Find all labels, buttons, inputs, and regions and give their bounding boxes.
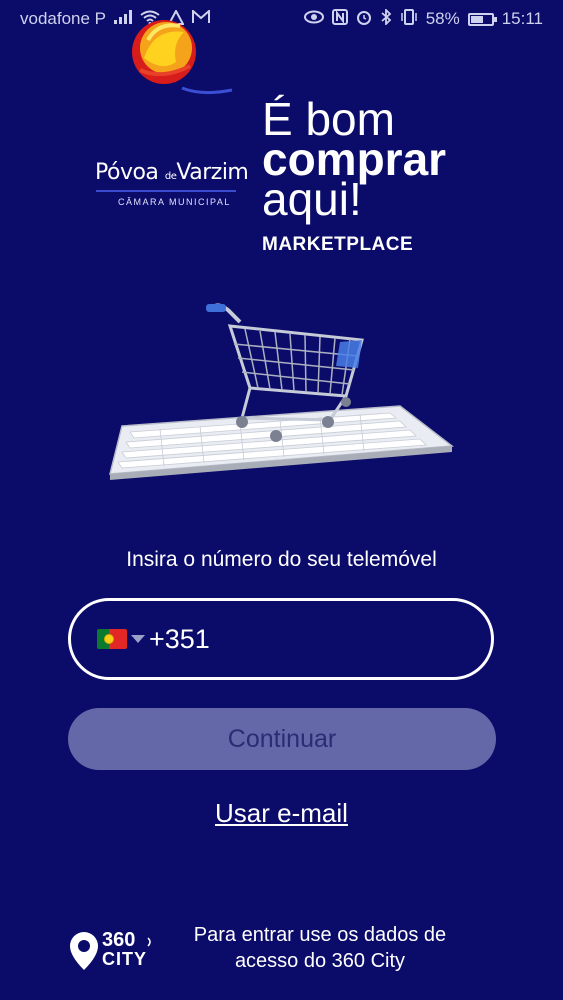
phone-number-field[interactable]: +351 [68, 598, 494, 680]
vibrate-icon [400, 9, 418, 29]
battery-fill [470, 15, 483, 23]
municipality-name-a: Póvoa [95, 160, 159, 185]
continue-button[interactable]: Continuar [68, 708, 496, 770]
logo-divider [96, 190, 236, 192]
chevron-down-icon[interactable] [131, 635, 145, 643]
footer-info-text: Para entrar use os dados de acesso do 36… [193, 924, 447, 972]
municipality-name: Póvoa deVarzim [95, 160, 249, 185]
municipality-subtitle: CÂMARA MUNICIPAL [118, 197, 231, 207]
battery-percent: 58% [425, 9, 460, 28]
slogan: É bom comprar aqui! [262, 96, 502, 222]
phone-prompt: Insira o número do seu telemóvel [126, 548, 437, 571]
flag-emblem [104, 634, 114, 644]
municipality-name-de: de [164, 171, 177, 182]
status-bar: vodafone P 58% 15:11 [0, 0, 563, 38]
povoa-de-varzim-logo [132, 20, 233, 95]
eye-icon [303, 10, 324, 28]
360-city-wordmark: 360 CITY [102, 930, 147, 968]
portugal-flag-icon[interactable] [97, 629, 127, 649]
municipality-name-b: Varzim [176, 160, 249, 185]
use-email-link[interactable]: Usar e-mail [0, 798, 563, 829]
clock: 15:11 [501, 9, 543, 28]
status-right: 58% 15:11 [303, 7, 543, 29]
battery-icon [467, 12, 497, 26]
shopping-cart-keyboard-illustration [109, 303, 454, 480]
360-city-logo-top: 360 [102, 929, 136, 951]
marketplace-label: MARKETPLACE [262, 234, 414, 255]
nfc-icon [331, 9, 348, 29]
bluetooth-icon [380, 7, 392, 29]
360-city-logo-bottom: CITY [102, 949, 148, 969]
alarm-icon [356, 9, 372, 29]
dial-code[interactable]: +351 [149, 624, 210, 655]
